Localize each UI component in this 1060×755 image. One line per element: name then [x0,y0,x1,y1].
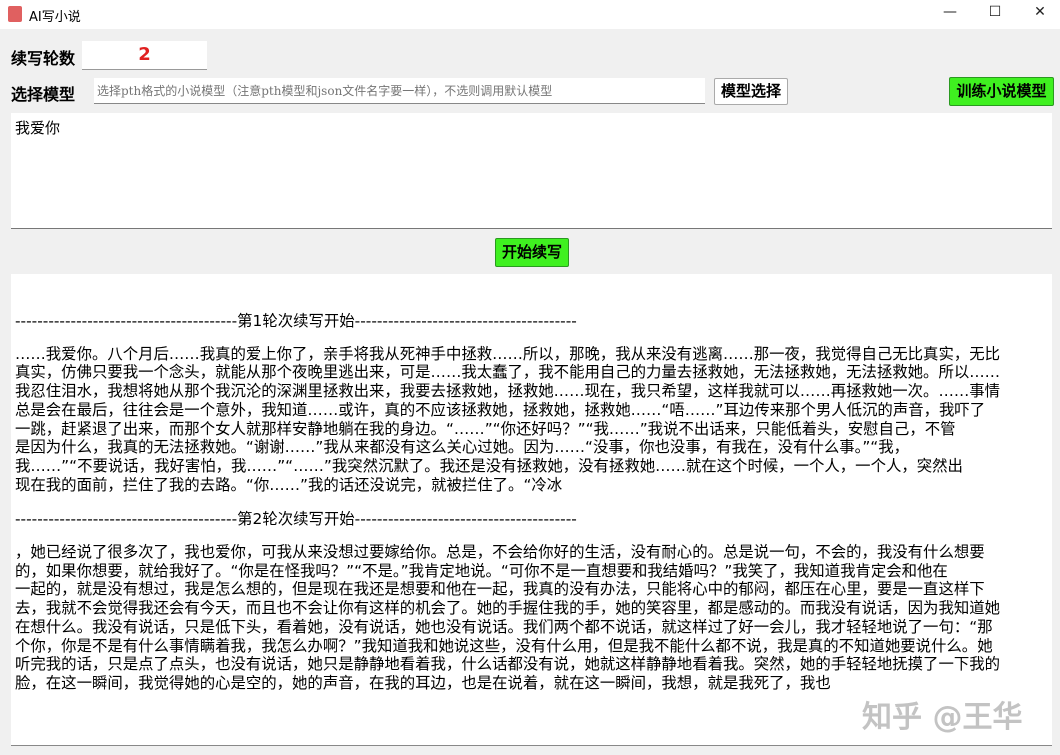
output-line: 是因为什么，我真的无法拯救她。“谢谢……”我从来都没有这么关心过她。因为……“没… [15,438,910,457]
round1-text: ……我爱你。八个月后……我真的爱上你了，亲手将我从死神手中拯救……所以，那晚，我… [15,345,1048,495]
output-line: 个你，你是不是有什么事情瞒着我，我怎么办啊？”我知道我和她说这些，没有什么用，但… [15,636,993,655]
output-line: 一跳，赶紧退了出来，而那个女人就那样安静地躺在我的身边。“……”“你还好吗？”“… [15,419,956,438]
output-line: 听完我的话，只是点了点头，也没有说话，她只是静静地看着我，什么话都没有说，她就这… [15,655,1001,674]
close-button[interactable]: ✕ [1025,4,1055,24]
round2-text: ，她已经说了很多次了，我也爱你，可我从来没想过要嫁给你。总是，不会给你好的生活，… [15,543,1048,693]
watermark: 知乎 @王华 [862,700,1023,735]
rounds-input[interactable]: 2 [82,41,207,70]
output-line: 去，我就不会觉得我还会有今天，而且也不会让你有这样的机会了。她的手握住我的手，她… [15,599,1001,618]
title-bar: AI写小说 — ☐ ✕ [0,0,1060,29]
output-line: ……我爱你。八个月后……我真的爱上你了，亲手将我从死神手中拯救……所以，那晚，我… [15,344,1001,363]
round1-header: ----------------------------------------… [15,312,577,330]
model-select-button[interactable]: 模型选择 [714,78,788,105]
output-line: 现在我的面前，拦住了我的去路。“你……”我的话还没说完，就被拦住了。“冷冰 [15,475,563,494]
round2-header: ----------------------------------------… [15,510,577,529]
minimize-button[interactable]: — [935,4,965,24]
window-title: AI写小说 [29,10,81,25]
output-textarea[interactable]: ----------------------------------------… [11,274,1052,746]
start-continue-button[interactable]: 开始续写 [495,238,569,267]
train-model-button[interactable]: 训练小说模型 [949,77,1054,106]
output-line: ，她已经说了很多次了，我也爱你，可我从来没想过要嫁给你。总是，不会给你好的生活，… [15,543,985,562]
output-line: 我……”“不要说话，我好害怕，我……”“……”我突然沉默了。我还是没有拯救她，没… [15,456,963,475]
output-line: 一起的，就是没有想过，我是怎么想的，但是现在我还是想要和他在一起，我真的没有办法… [15,580,985,599]
maximize-button[interactable]: ☐ [980,4,1010,24]
output-line: 脸，在这一瞬间，我觉得她的心是空的，她的声音，在我的耳边，也是在说着，就在这一瞬… [15,673,831,692]
prompt-textarea[interactable]: 我爱你 [11,113,1052,229]
rounds-label: 续写轮数 [11,49,76,68]
model-label: 选择模型 [11,85,76,104]
app-icon [8,6,22,22]
output-line: 我忍住泪水，我想将她从那个我沉沦的深渊里拯救出来，我要去拯救她，拯救她……现在，… [15,382,1001,401]
output-line: 总是会在最后，往往会是一个意外，我知道……或许，真的不应该拯救她，拯救她，拯救她… [15,400,986,419]
output-line: 的，如果你想要，就给我好了。“你是在怪我吗？”“不是。”我肯定地说。“可你不是一… [15,561,948,580]
model-path-input[interactable] [94,78,705,104]
output-line: 真实，仿佛只要我一个念头，就能从那个夜晚里逃出来，可是……我太蠢了，我不能用自己… [15,363,1001,382]
output-line: 在想什么。我没有说话，只是低下头，看着她，没有说话，她也没有说话。我们两个都不说… [15,617,993,636]
